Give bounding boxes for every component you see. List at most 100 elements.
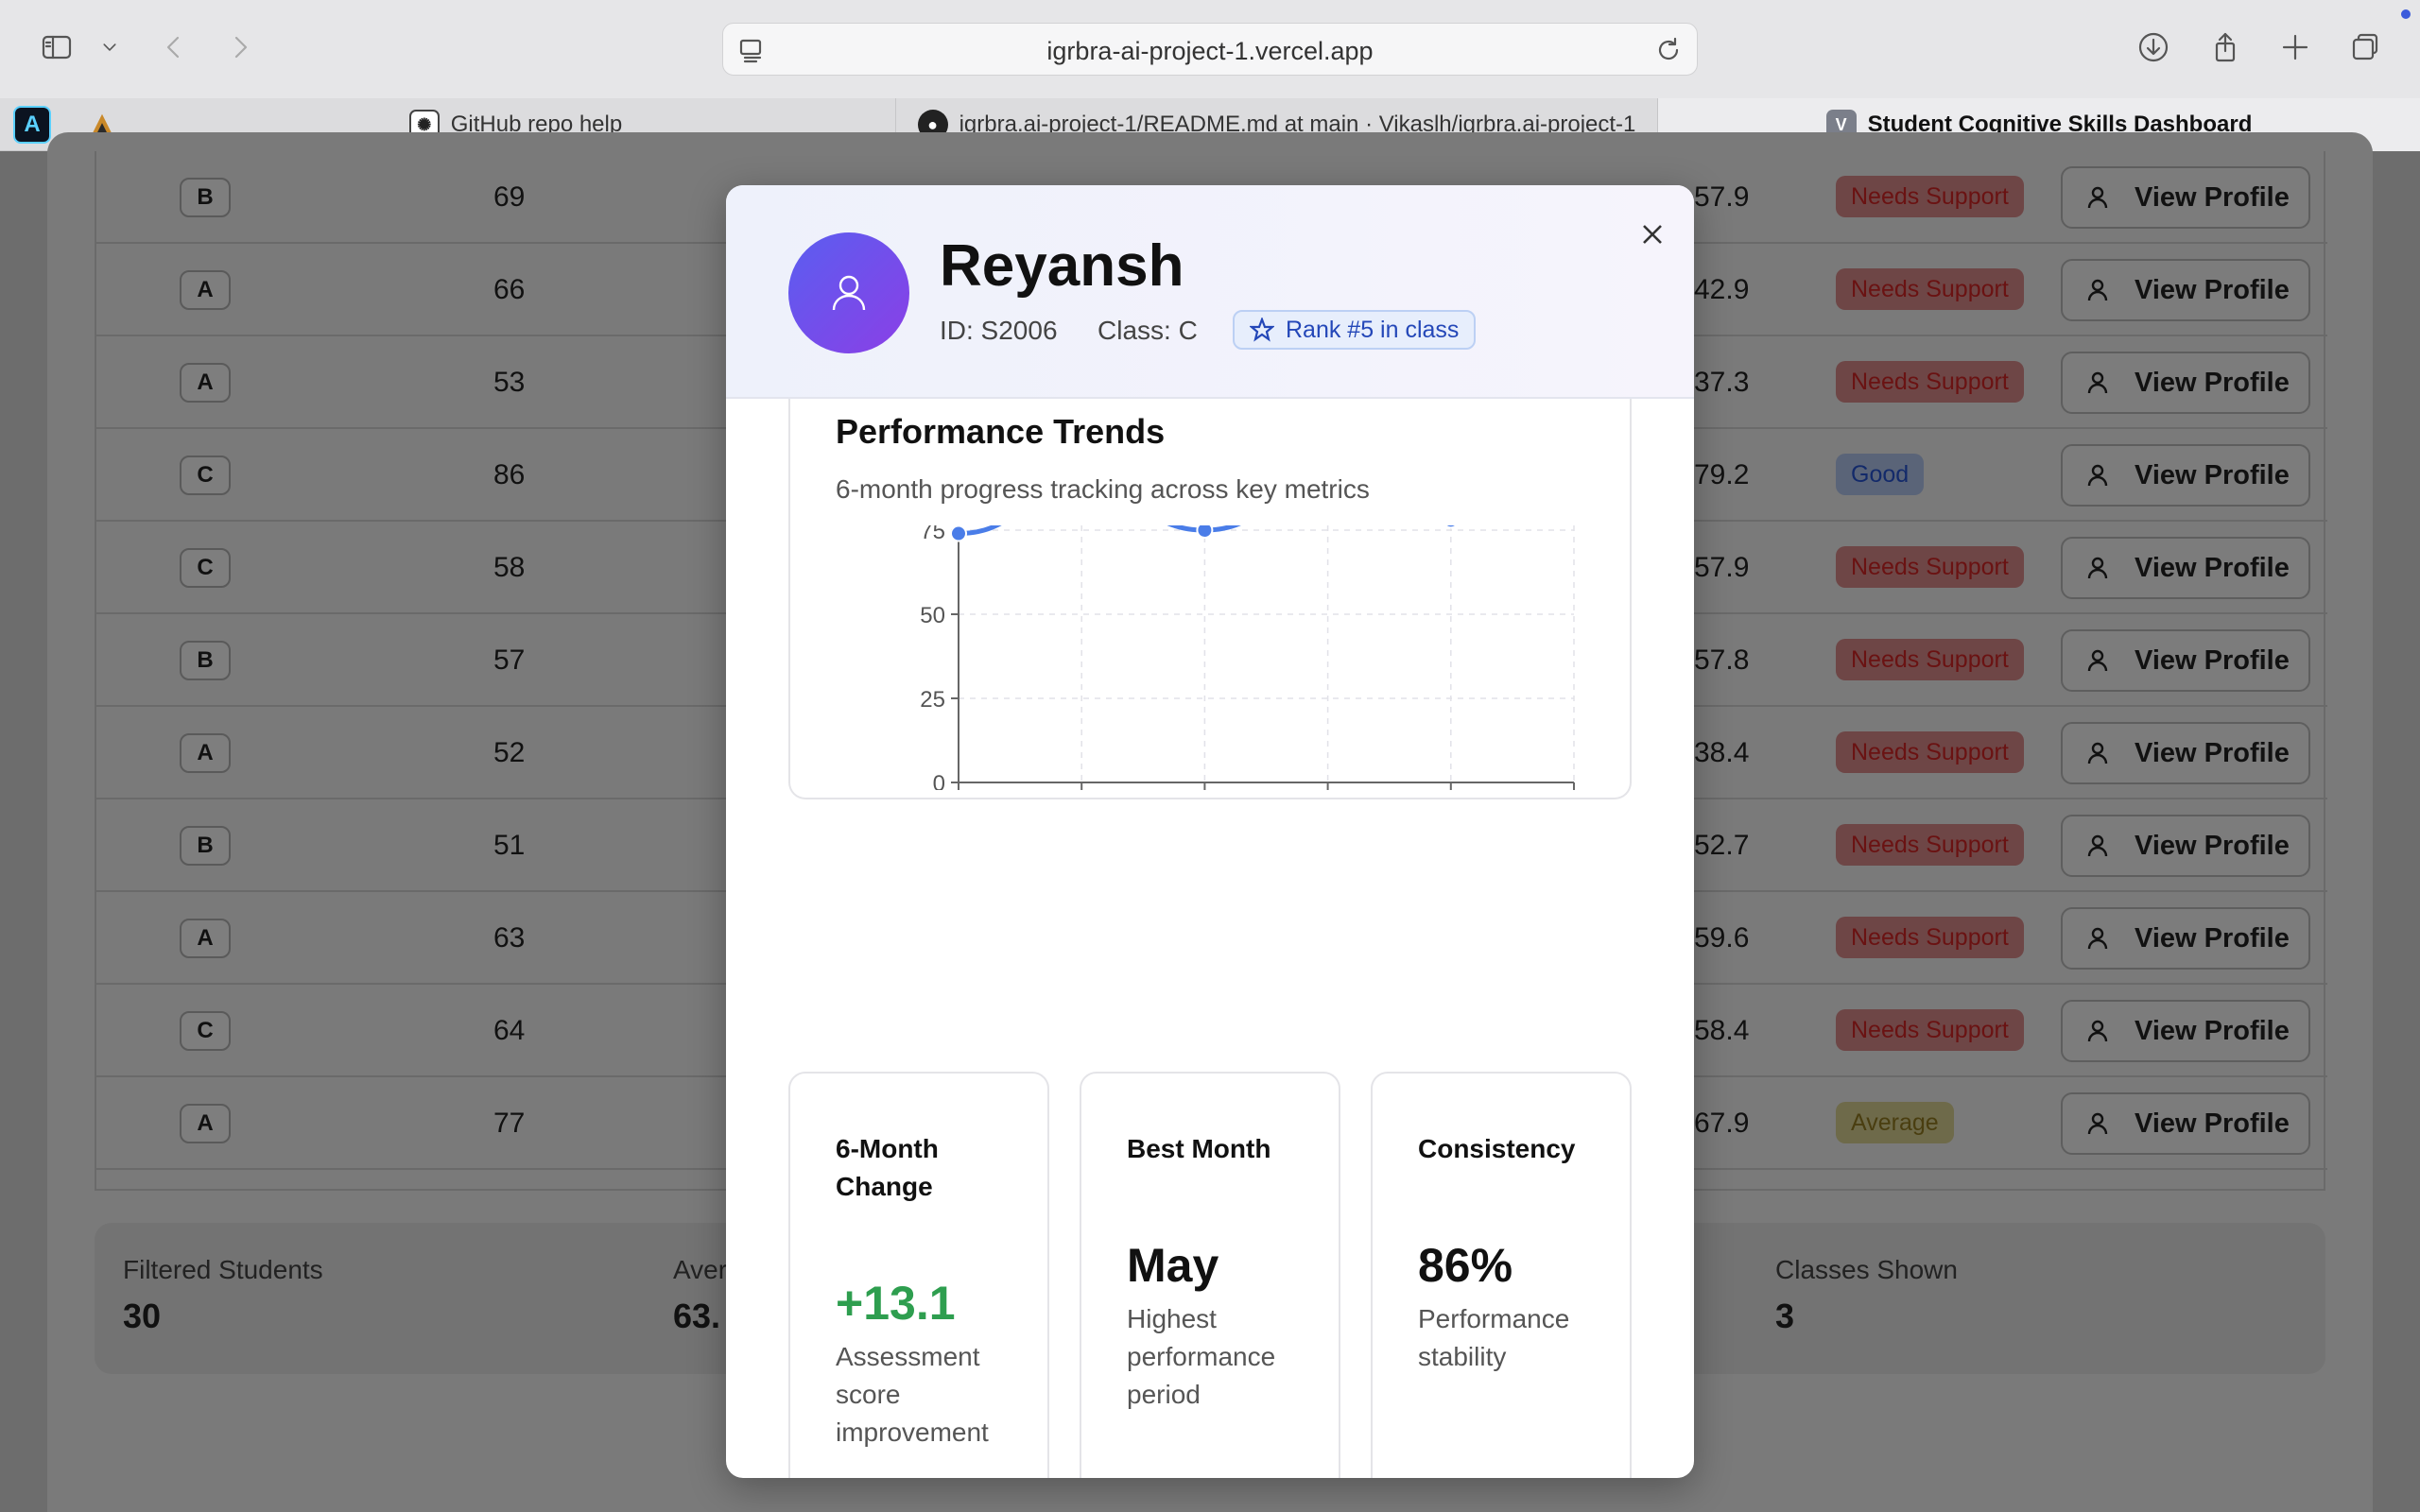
chevron-down-icon[interactable]: [91, 28, 129, 66]
summary-filtered: Filtered Students 30: [123, 1255, 323, 1335]
y-tick-label: 50: [920, 603, 945, 628]
score-cell: 63: [493, 922, 526, 954]
score-cell: 66: [493, 274, 526, 305]
average-cell: 57.8: [1694, 644, 1750, 676]
average-cell: 79.2: [1694, 459, 1750, 490]
data-point: [950, 525, 967, 542]
url-text: igrbra-ai-project-1.vercel.app: [1046, 37, 1374, 65]
average-cell: 37.3: [1694, 367, 1750, 398]
user-icon: [2087, 1020, 2108, 1042]
share-icon[interactable]: [2206, 28, 2244, 66]
user-icon: [2087, 834, 2108, 857]
view-profile-button[interactable]: View Profile: [2061, 1000, 2310, 1062]
score-cell: 53: [493, 367, 526, 398]
stat-value: +13.1: [836, 1277, 956, 1330]
close-button[interactable]: [1634, 215, 1671, 253]
perf-subtitle: 6-month progress tracking across key met…: [836, 474, 1370, 504]
user-icon: [2087, 557, 2108, 579]
class-badge: A: [180, 270, 231, 310]
stat-card-best-month: Best Month May Highest performance perio…: [1080, 1072, 1340, 1478]
pinned-tab-icon[interactable]: A: [13, 106, 51, 144]
user-icon: [2087, 649, 2108, 672]
summary-average: Aver 63.: [673, 1255, 728, 1335]
stat-desc: Performance stability: [1418, 1304, 1570, 1371]
y-tick-label: 0: [933, 771, 945, 790]
score-cell: 69: [493, 181, 526, 213]
rank-badge: Rank #5 in class: [1233, 310, 1477, 350]
status-badge: Needs Support: [1836, 176, 2024, 217]
score-cell: 52: [493, 737, 526, 768]
stat-card-change: 6-Month Change +13.1 Assessment score im…: [788, 1072, 1049, 1478]
view-profile-button[interactable]: View Profile: [2061, 907, 2310, 970]
user-icon: [2087, 186, 2108, 209]
class-badge: A: [180, 1104, 231, 1143]
status-badge: Needs Support: [1836, 1009, 2024, 1051]
sidebar-toggle-icon[interactable]: [38, 28, 76, 66]
y-tick-label: 25: [920, 687, 945, 713]
score-cell: 57: [493, 644, 526, 676]
status-badge: Good: [1836, 454, 1925, 495]
view-profile-button[interactable]: View Profile: [2061, 166, 2310, 229]
class-badge: B: [180, 178, 231, 217]
stat-desc: Assessment score improvement: [836, 1342, 989, 1447]
class-badge: C: [180, 1011, 231, 1051]
avatar: [788, 232, 909, 353]
class-badge: C: [180, 548, 231, 588]
summary-classes: Classes Shown 3: [1775, 1255, 1958, 1335]
stat-value: 86%: [1418, 1239, 1513, 1292]
close-icon: [1643, 225, 1662, 244]
view-profile-button[interactable]: View Profile: [2061, 259, 2310, 321]
status-badge: Average: [1836, 1102, 1954, 1143]
view-profile-button[interactable]: View Profile: [2061, 352, 2310, 414]
user-icon: [2087, 1112, 2108, 1135]
student-id: ID: S2006: [940, 316, 1058, 345]
modal-header: Reyansh ID: S2006 Class: C Rank #5 in cl…: [726, 185, 1694, 399]
stat-card-consistency: Consistency 86% Performance stability: [1371, 1072, 1632, 1478]
view-profile-button[interactable]: View Profile: [2061, 629, 2310, 692]
address-bar[interactable]: igrbra-ai-project-1.vercel.app: [722, 23, 1698, 76]
user-icon: [2087, 464, 2108, 487]
class-badge: B: [180, 826, 231, 866]
view-profile-button[interactable]: View Profile: [2061, 722, 2310, 784]
view-profile-button[interactable]: View Profile: [2061, 537, 2310, 599]
tab-overview-icon[interactable]: [2346, 28, 2384, 66]
status-badge: Needs Support: [1836, 546, 2024, 588]
view-profile-button[interactable]: View Profile: [2061, 815, 2310, 877]
stat-value: May: [1127, 1239, 1219, 1292]
reload-icon[interactable]: [1653, 35, 1684, 65]
class-badge: A: [180, 919, 231, 958]
view-profile-button[interactable]: View Profile: [2061, 1092, 2310, 1155]
view-profile-button[interactable]: View Profile: [2061, 444, 2310, 507]
score-cell: 51: [493, 830, 526, 861]
average-cell: 52.7: [1694, 830, 1750, 861]
data-point: [1196, 525, 1214, 539]
user-icon: [2087, 927, 2108, 950]
performance-line-chart: 0255075100AprMayJunJulAugSep: [920, 525, 1575, 790]
notification-dot: [2401, 9, 2411, 19]
student-name: Reyansh: [940, 233, 1184, 299]
score-cell: 58: [493, 552, 526, 583]
class-badge: C: [180, 455, 231, 495]
stat-title: Consistency: [1418, 1134, 1576, 1163]
score-cell: 86: [493, 459, 526, 490]
forward-icon[interactable]: [221, 28, 259, 66]
user-icon: [2087, 742, 2108, 765]
class-badge: A: [180, 363, 231, 403]
status-badge: Needs Support: [1836, 639, 2024, 680]
star-icon: [1250, 318, 1274, 342]
class-badge: A: [180, 733, 231, 773]
back-icon[interactable]: [155, 28, 193, 66]
stat-desc: Highest performance period: [1127, 1304, 1276, 1409]
student-class: Class: C: [1098, 316, 1198, 345]
score-cell: 77: [493, 1108, 526, 1139]
new-tab-icon[interactable]: [2276, 28, 2314, 66]
status-badge: Needs Support: [1836, 731, 2024, 773]
y-tick-label: 75: [920, 525, 945, 544]
average-cell: 42.9: [1694, 274, 1750, 305]
average-cell: 57.9: [1694, 181, 1750, 213]
data-point: [1443, 525, 1458, 529]
stat-title: Best Month: [1127, 1134, 1271, 1163]
student-profile-modal: Performance Trends 6-month progress trac…: [726, 185, 1694, 1478]
class-badge: B: [180, 641, 231, 680]
downloads-icon[interactable]: [2135, 28, 2172, 66]
